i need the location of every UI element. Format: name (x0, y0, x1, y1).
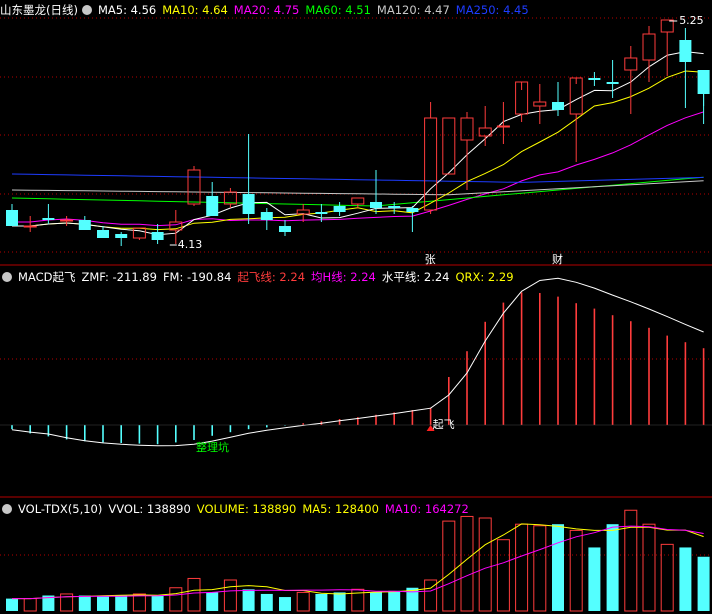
volume-bar (333, 592, 346, 611)
candle-body (588, 78, 601, 80)
ma120-line (11, 180, 704, 196)
volume-bar (115, 595, 128, 611)
candle-body (442, 117, 456, 175)
candle-body (242, 194, 255, 214)
event-marker-cai[interactable]: 财 (552, 252, 563, 266)
volume-bar (97, 595, 109, 611)
volume-bar (296, 591, 310, 612)
candle-body (78, 220, 91, 230)
candle-body (624, 57, 638, 71)
candle-body (424, 117, 438, 211)
volume-bar (223, 579, 237, 612)
candle-body (42, 218, 55, 220)
volume-bar (624, 509, 638, 612)
volume-bar (660, 543, 674, 612)
candle-body (206, 196, 219, 216)
volume-bar (132, 593, 146, 612)
volume-bar (388, 590, 401, 611)
candle-body (552, 102, 564, 110)
volume-bar (533, 525, 547, 612)
volume-bar (151, 595, 164, 611)
candle-body (388, 206, 401, 208)
candle-body (115, 234, 128, 238)
candle-body (60, 219, 74, 222)
volume-bar (23, 598, 37, 612)
candle-body (496, 125, 510, 128)
candle-body (333, 206, 346, 212)
candle-body (23, 225, 37, 228)
volume-bar (169, 587, 183, 612)
volume-bar (642, 523, 656, 612)
candle-body (351, 197, 365, 205)
ma20-line (12, 111, 704, 227)
volume-bar (606, 524, 619, 611)
volume-bars (6, 509, 710, 612)
volume-bar (496, 539, 510, 612)
volume-bar (315, 593, 328, 611)
volume-bar (242, 589, 255, 611)
volume-bar (279, 597, 291, 611)
volume-bar (679, 547, 692, 611)
high-price-label: 5.25 (679, 14, 704, 27)
volume-bar (370, 592, 382, 611)
candle-body (533, 101, 547, 107)
low-price-label: 4.13 (178, 238, 203, 251)
candles (6, 19, 710, 246)
chart-canvas: 5.25 4.13 张 财 起飞 整理坑 (0, 14, 712, 612)
candle-body (697, 70, 710, 94)
volume-bar (460, 515, 474, 612)
volume-bar (552, 524, 564, 611)
volume-bar (515, 523, 529, 612)
volume-bar (187, 577, 201, 612)
volume-bar (78, 595, 91, 611)
zhenglikeng-label: 整理坑 (196, 440, 229, 454)
candle-body (679, 40, 692, 62)
candle-body (279, 226, 291, 232)
volume-bar (588, 547, 601, 611)
volume-bar (569, 529, 583, 612)
candle-body (642, 33, 656, 61)
candle-body (151, 232, 164, 240)
candle-body (260, 212, 273, 220)
chart-root: 山东墨龙(日线) MA5: 4.56 MA10: 4.64 MA20: 4.75 MA6… (0, 0, 712, 614)
candle-body (6, 210, 18, 226)
qifei-signal-label: 起飞 (433, 418, 455, 431)
candle-body (132, 227, 146, 239)
candle-body (460, 117, 474, 141)
candle-body (223, 191, 237, 205)
macd-bars (0, 277, 712, 447)
volume-bar (206, 592, 219, 611)
candle-body (606, 82, 619, 84)
candle-body (370, 202, 382, 208)
volume-bar (442, 520, 456, 612)
volume-bar (6, 598, 18, 611)
volume-bar (478, 517, 492, 612)
volume-bar (260, 593, 273, 611)
candle-body (187, 169, 201, 205)
ma250-line (11, 173, 704, 183)
candle-body (406, 208, 419, 212)
volume-bar (697, 556, 710, 611)
event-marker-zhang[interactable]: 张 (425, 253, 436, 266)
candle-body (315, 212, 328, 214)
candle-body (97, 230, 109, 238)
candle-body (660, 19, 674, 33)
